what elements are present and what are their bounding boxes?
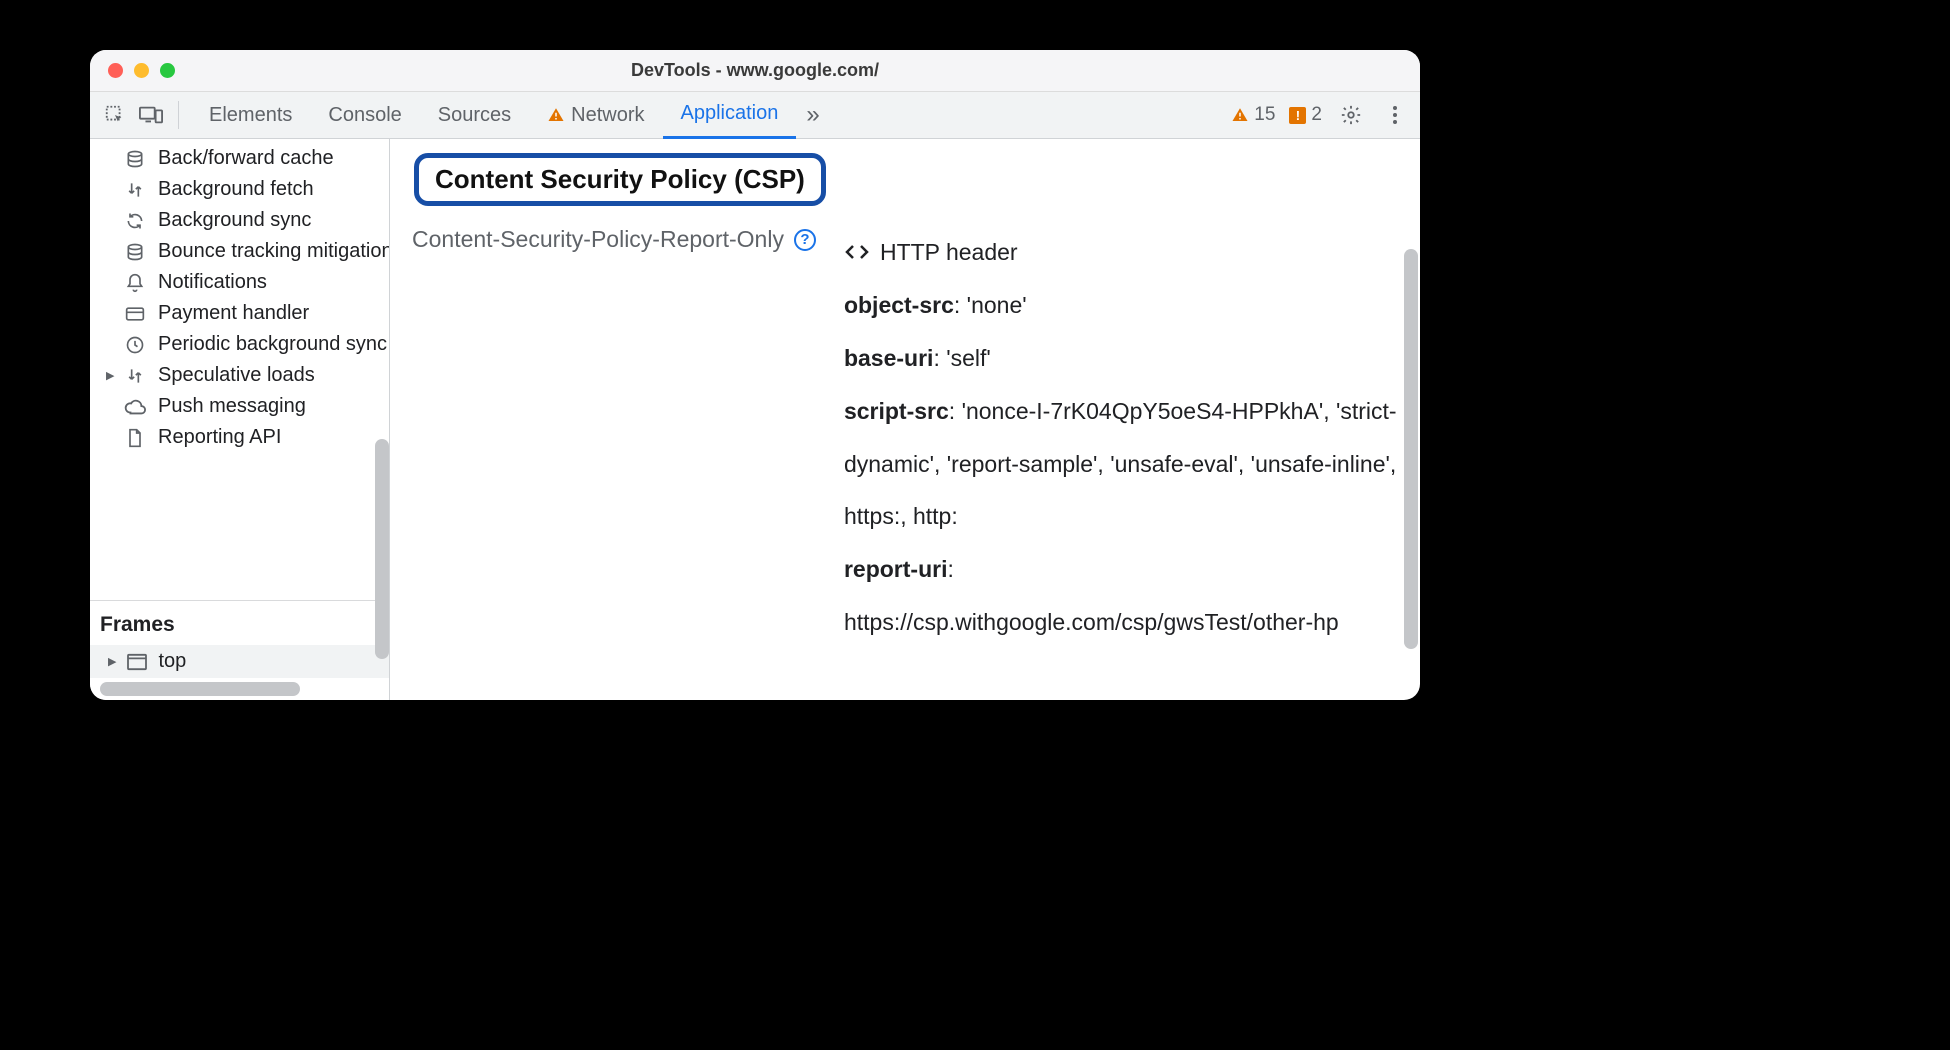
sidebar-item-label: Push messaging xyxy=(158,395,306,418)
csp-policy-name: Content-Security-Policy-Report-Only xyxy=(412,226,784,253)
close-window-button[interactable] xyxy=(108,63,123,78)
updown-icon xyxy=(124,365,146,387)
issue-icon: ! xyxy=(1289,107,1306,124)
database-icon xyxy=(124,148,146,170)
zoom-window-button[interactable] xyxy=(160,63,175,78)
warning-icon xyxy=(547,106,565,124)
code-icon xyxy=(844,242,870,262)
tab-application[interactable]: Application xyxy=(663,92,797,139)
csp-heading: Content Security Policy (CSP) xyxy=(435,164,805,195)
warnings-badge[interactable]: 15 xyxy=(1231,104,1275,126)
sync-icon xyxy=(124,210,146,232)
csp-directive: report-uri: https://csp.withgoogle.com/c… xyxy=(844,543,1398,649)
file-icon xyxy=(124,427,146,449)
frames-top-row[interactable]: ▶ top xyxy=(90,645,389,678)
tabs-overflow-button[interactable]: » xyxy=(796,92,829,139)
toolbar-right: 15 ! 2 xyxy=(1231,100,1410,130)
clock-icon xyxy=(124,334,146,356)
frames-header: Frames xyxy=(90,613,389,645)
separator xyxy=(178,101,179,129)
csp-directive: script-src: 'nonce-I-7rK04QpY5oeS4-HPPkh… xyxy=(844,385,1398,544)
expand-icon: ▶ xyxy=(108,655,116,668)
device-toolbar-icon[interactable] xyxy=(136,100,166,130)
sidebar-item-bounce-tracking[interactable]: Bounce tracking mitigations xyxy=(90,236,389,267)
devtools-window: DevTools - www.google.com/ Elements Cons… xyxy=(90,50,1420,700)
tab-elements[interactable]: Elements xyxy=(191,92,310,139)
traffic-lights xyxy=(90,63,175,78)
main-vertical-scrollbar[interactable] xyxy=(1404,249,1418,649)
sidebar-item-label: Bounce tracking mitigations xyxy=(158,240,389,263)
sidebar-item-push-messaging[interactable]: Push messaging xyxy=(90,391,389,422)
sidebar-item-speculative-loads[interactable]: Speculative loads xyxy=(90,360,389,391)
inspect-element-icon[interactable] xyxy=(100,100,130,130)
csp-policy-details: HTTP header object-src: 'none' base-uri:… xyxy=(844,226,1398,649)
frame-label: top xyxy=(158,650,186,673)
sidebar-vertical-scrollbar[interactable] xyxy=(375,439,389,659)
help-icon[interactable]: ? xyxy=(794,229,816,251)
sidebar-item-label: Periodic background sync xyxy=(158,333,387,356)
sidebar-item-periodic-sync[interactable]: Periodic background sync xyxy=(90,329,389,360)
sidebar-item-background-sync[interactable]: Background sync xyxy=(90,205,389,236)
tab-console[interactable]: Console xyxy=(310,92,419,139)
sidebar-item-bfcache[interactable]: Back/forward cache xyxy=(90,143,389,174)
csp-policy-name-col: Content-Security-Policy-Report-Only ? xyxy=(412,226,816,253)
updown-icon xyxy=(124,179,146,201)
csp-policy-row: Content-Security-Policy-Report-Only ? HT… xyxy=(412,226,1398,649)
issues-count: 2 xyxy=(1311,104,1322,126)
settings-icon[interactable] xyxy=(1336,100,1366,130)
sidebar-item-label: Reporting API xyxy=(158,426,281,449)
frames-section: Frames ▶ top xyxy=(90,600,389,678)
window-title: DevTools - www.google.com/ xyxy=(90,60,1420,81)
minimize-window-button[interactable] xyxy=(134,63,149,78)
sidebar-item-label: Background fetch xyxy=(158,178,314,201)
panel-tabs: Elements Console Sources Network Applica… xyxy=(191,92,1225,139)
card-icon xyxy=(124,303,146,325)
titlebar: DevTools - www.google.com/ xyxy=(90,50,1420,92)
csp-heading-highlight: Content Security Policy (CSP) xyxy=(414,153,826,206)
cloud-icon xyxy=(124,396,146,418)
sidebar-item-reporting-api[interactable]: Reporting API xyxy=(90,422,389,453)
panel-body: Back/forward cache Background fetch Back… xyxy=(90,139,1420,700)
warning-icon xyxy=(1231,106,1249,124)
main-content: Content Security Policy (CSP) Content-Se… xyxy=(390,139,1420,700)
csp-directive: base-uri: 'self' xyxy=(844,332,1398,385)
sidebar-item-label: Notifications xyxy=(158,271,267,294)
sidebar-item-label: Speculative loads xyxy=(158,364,315,387)
sidebar-horizontal-scrollbar[interactable] xyxy=(100,682,379,696)
tab-sources[interactable]: Sources xyxy=(420,92,529,139)
more-menu-icon[interactable] xyxy=(1380,100,1410,130)
sidebar-item-label: Background sync xyxy=(158,209,311,232)
frame-icon xyxy=(126,653,148,671)
sidebar-item-background-fetch[interactable]: Background fetch xyxy=(90,174,389,205)
sidebar-item-label: Payment handler xyxy=(158,302,309,325)
devtools-toolbar: Elements Console Sources Network Applica… xyxy=(90,92,1420,139)
warnings-count: 15 xyxy=(1254,104,1275,126)
database-icon xyxy=(124,241,146,263)
csp-delivered-via: HTTP header xyxy=(844,226,1398,279)
application-sidebar: Back/forward cache Background fetch Back… xyxy=(90,139,390,700)
csp-directive: object-src: 'none' xyxy=(844,279,1398,332)
sidebar-item-payment-handler[interactable]: Payment handler xyxy=(90,298,389,329)
sidebar-item-notifications[interactable]: Notifications xyxy=(90,267,389,298)
sidebar-item-label: Back/forward cache xyxy=(158,147,334,170)
issues-badge[interactable]: ! 2 xyxy=(1289,104,1322,126)
tab-network[interactable]: Network xyxy=(529,92,662,139)
bell-icon xyxy=(124,272,146,294)
sidebar-list: Back/forward cache Background fetch Back… xyxy=(90,139,389,600)
